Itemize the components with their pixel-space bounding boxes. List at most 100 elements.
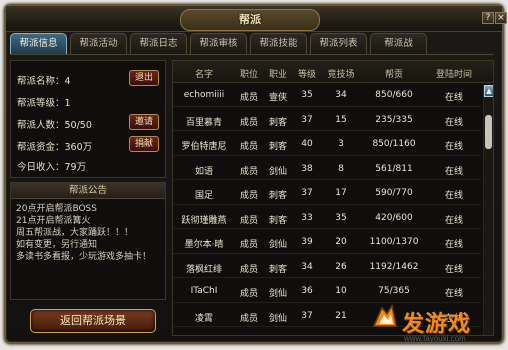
member-login-time: 在线 bbox=[444, 264, 463, 275]
member-table: 名字 职位 职业 等级 竞技场 帮贡 登陆时间 echomiiii 成员 壹侠 35 3… bbox=[172, 60, 494, 336]
member-login-time: 在线 bbox=[444, 240, 463, 250]
tab-guild-skills[interactable]: 帮派技能 bbox=[250, 33, 307, 54]
column-header-contribution[interactable]: 帮贡 bbox=[361, 67, 427, 80]
table-row[interactable]: 百里慕青 成员 刺客 37 15 235/335 在线 bbox=[173, 109, 481, 132]
member-contribution: 850/660 bbox=[375, 90, 413, 100]
scroll-up-icon[interactable]: ▲ bbox=[484, 85, 493, 97]
member-class: 壹侠 bbox=[268, 93, 287, 103]
title-bar[interactable]: 帮派 ? × bbox=[6, 6, 507, 32]
column-header-class[interactable]: 职业 bbox=[263, 67, 293, 80]
scroll-thumb[interactable] bbox=[485, 115, 492, 149]
member-arena: 35 bbox=[335, 212, 347, 223]
guild-members: 帮派人数：50/50 bbox=[17, 120, 92, 131]
table-row[interactable]: 如语 成员 剑仙 38 8 561/811 在线 bbox=[173, 158, 481, 181]
member-position: 成员 bbox=[239, 117, 258, 128]
member-contribution: 1100/1370 bbox=[369, 237, 419, 247]
member-arena: 21 bbox=[335, 310, 347, 321]
member-level: 35 bbox=[301, 90, 313, 100]
member-arena: 26 bbox=[335, 261, 347, 272]
member-login-time: 在线 bbox=[444, 93, 463, 103]
guild-info-panel: 帮派名称：4 退出 帮派等级：1 帮派人数：50/50 邀请 帮派资金：360万… bbox=[10, 60, 166, 178]
member-level: 40 bbox=[301, 139, 313, 149]
member-level: 37 bbox=[301, 188, 313, 198]
notice-line: 21点开启帮派篝火 bbox=[16, 216, 91, 226]
member-class: 刺客 bbox=[268, 142, 287, 152]
member-name: 罗伯特唐尼 bbox=[181, 142, 227, 152]
member-contribution: 590/770 bbox=[375, 188, 413, 198]
member-class: 刺客 bbox=[268, 264, 287, 275]
table-row[interactable]: 跃彻瑾雕燕 成员 刺客 33 35 420/600 在线 bbox=[173, 207, 481, 230]
member-name: 凌霄 bbox=[194, 313, 213, 324]
tab-guild-info[interactable]: 帮派信息 bbox=[10, 33, 67, 54]
member-position: 成员 bbox=[239, 264, 258, 275]
guild-level: 帮派等级：1 bbox=[17, 98, 71, 109]
table-row[interactable]: echomiiii 成员 壹侠 35 34 850/660 在线 bbox=[173, 84, 481, 107]
member-level: 38 bbox=[301, 163, 313, 174]
member-contribution: 75/365 bbox=[378, 286, 410, 296]
column-header-position[interactable]: 职位 bbox=[235, 67, 263, 80]
member-contribution: 235/335 bbox=[375, 114, 413, 125]
tab-guild-activities[interactable]: 帮派活动 bbox=[70, 33, 127, 54]
member-login-time: 在线 bbox=[444, 166, 463, 177]
exit-guild-button[interactable]: 退出 bbox=[129, 70, 159, 86]
member-contribution: 1192/1462 bbox=[369, 261, 419, 272]
member-arena: 3 bbox=[338, 139, 344, 149]
notice-line: 多读书多看报，少玩游戏多抽卡！ bbox=[16, 252, 152, 262]
member-level: 34 bbox=[301, 261, 313, 272]
watermark-logo-icon bbox=[372, 304, 397, 327]
member-position: 成员 bbox=[239, 215, 258, 226]
donate-button[interactable]: 捐献 bbox=[129, 136, 159, 152]
invite-button[interactable]: 邀请 bbox=[129, 114, 159, 130]
member-name: 墨尔本·晴 bbox=[184, 240, 224, 250]
member-level: 37 bbox=[301, 114, 313, 125]
table-row[interactable]: 罗伯特唐尼 成员 刺客 40 3 850/1160 在线 bbox=[173, 133, 481, 156]
member-name: 百里慕青 bbox=[185, 117, 222, 128]
notice-text[interactable]: 20点开启帮派BOSS 21点开启帮派篝火 周五帮派战，大家踊跃！！！ 如有变更… bbox=[16, 203, 164, 263]
tab-guild-list[interactable]: 帮派列表 bbox=[310, 33, 367, 54]
member-contribution: 420/600 bbox=[375, 212, 413, 223]
member-contribution: 850/1160 bbox=[372, 139, 416, 149]
table-row[interactable]: 墨尔本·晴 成员 剑仙 39 20 1100/1370 在线 bbox=[173, 231, 481, 254]
member-login-time: 在线 bbox=[444, 289, 463, 299]
column-header-level[interactable]: 等级 bbox=[293, 67, 321, 80]
return-to-guild-scene-button[interactable]: 返回帮派场景 bbox=[30, 309, 156, 333]
member-class: 剑仙 bbox=[268, 166, 287, 177]
notice-title: 帮派公告 bbox=[11, 183, 165, 199]
tab-guild-review[interactable]: 帮派审核 bbox=[190, 33, 247, 54]
member-name: ITaChI bbox=[190, 286, 218, 296]
table-row[interactable]: 国足 成员 刺客 37 17 590/770 在线 bbox=[173, 182, 481, 205]
member-name: 落枫红绯 bbox=[185, 264, 222, 275]
member-level: 33 bbox=[301, 212, 313, 223]
guild-name: 帮派名称：4 bbox=[17, 76, 71, 87]
scrollbar[interactable]: ▲ bbox=[483, 85, 493, 335]
member-login-time: 在线 bbox=[444, 142, 463, 152]
member-name: echomiiii bbox=[183, 90, 225, 100]
tab-guild-log[interactable]: 帮派日志 bbox=[130, 33, 187, 54]
member-login-time: 在线 bbox=[444, 215, 463, 226]
column-header-arena[interactable]: 竞技场 bbox=[321, 67, 361, 80]
today-income: 今日收入：79万 bbox=[17, 162, 87, 173]
member-login-time: 在线 bbox=[444, 117, 463, 128]
member-class: 剑仙 bbox=[268, 240, 287, 250]
member-class: 刺客 bbox=[268, 215, 287, 226]
member-position: 成员 bbox=[239, 191, 258, 201]
member-arena: 20 bbox=[335, 237, 347, 247]
member-arena: 17 bbox=[335, 188, 347, 198]
member-arena: 15 bbox=[335, 114, 347, 125]
member-contribution: 561/811 bbox=[375, 163, 413, 174]
tab-guild-war[interactable]: 帮派战 bbox=[370, 33, 427, 54]
window-title: 帮派 bbox=[180, 9, 320, 31]
member-class: 剑仙 bbox=[268, 289, 287, 299]
member-position: 成员 bbox=[239, 240, 258, 250]
member-level: 37 bbox=[301, 310, 313, 321]
column-header-name[interactable]: 名字 bbox=[173, 67, 235, 80]
table-row[interactable]: 落枫红绯 成员 刺客 34 26 1192/1462 在线 bbox=[173, 256, 481, 279]
notice-line: 周五帮派战，大家踊跃！！！ bbox=[16, 228, 134, 238]
help-button[interactable]: ? bbox=[482, 12, 494, 24]
column-header-login-time[interactable]: 登陆时间 bbox=[427, 67, 481, 80]
member-name: 如语 bbox=[194, 166, 213, 177]
table-header: 名字 职位 职业 等级 竞技场 帮贡 登陆时间 bbox=[173, 61, 493, 83]
member-class: 刺客 bbox=[268, 117, 287, 128]
notice-line: 如有变更，另行通知 bbox=[16, 240, 98, 250]
close-button[interactable]: × bbox=[495, 12, 507, 24]
